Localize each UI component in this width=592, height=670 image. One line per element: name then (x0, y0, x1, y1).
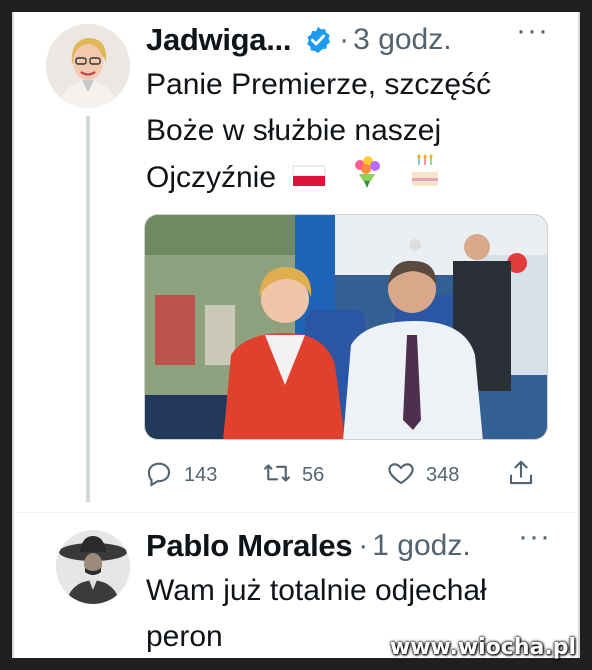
avatar-pablo[interactable] (56, 530, 130, 604)
reply-icon (144, 458, 174, 493)
tweet-text-line: Boże w służbie naszej (146, 114, 442, 147)
tweet-text-line: Panie Premierze, szczęść (146, 68, 492, 101)
tweet-photo[interactable] (144, 214, 548, 440)
retweet-button[interactable]: 56 (262, 458, 324, 493)
avatar-jadwiga[interactable] (46, 24, 130, 108)
bouquet-icon (349, 154, 385, 204)
tweet2-header: Pablo Morales · 1 godz. ··· (146, 520, 550, 566)
timestamp[interactable]: 3 godz. (353, 23, 451, 57)
tweet1-text: Panie Premierze, szczęść Boże w służbie … (146, 62, 566, 204)
author-name[interactable]: Pablo Morales (146, 528, 353, 564)
retweet-count: 56 (302, 464, 325, 486)
watermark: www.wiocha.pl (389, 635, 576, 660)
heart-icon (386, 458, 416, 493)
reply-count: 143 (184, 464, 218, 486)
author-name[interactable]: Jadwiga... (146, 22, 291, 58)
tweet-text-line: Wam już totalnie odjechał (146, 574, 487, 607)
more-options-icon[interactable]: ··· (518, 520, 551, 554)
photo-image (145, 215, 547, 439)
tweet-divider (14, 512, 578, 513)
share-icon (506, 458, 536, 493)
poland-flag-icon (292, 156, 326, 202)
tweet-text-line: Ojczyźnie (146, 154, 566, 204)
tweet1-actions: 143 56 348 (144, 458, 544, 492)
reply-button[interactable]: 143 (144, 458, 217, 493)
more-options-icon[interactable]: ··· (516, 14, 549, 48)
like-button[interactable]: 348 (386, 458, 459, 493)
like-count: 348 (426, 464, 460, 486)
tweet1-header: Jadwiga... · 3 godz. ··· (146, 14, 548, 60)
share-button[interactable] (506, 458, 536, 493)
timestamp[interactable]: 1 godz. (372, 529, 470, 563)
separator-dot: · (339, 23, 350, 56)
separator-dot: · (358, 529, 369, 562)
birthday-cake-icon (407, 154, 443, 204)
retweet-icon (262, 458, 292, 493)
thread-connector-line (86, 116, 90, 502)
tweet-text-word: Ojczyźnie (146, 160, 277, 194)
tweet-thread-card: Jadwiga... · 3 godz. ··· Panie Premierze… (12, 12, 580, 658)
verified-badge-icon (303, 25, 333, 55)
